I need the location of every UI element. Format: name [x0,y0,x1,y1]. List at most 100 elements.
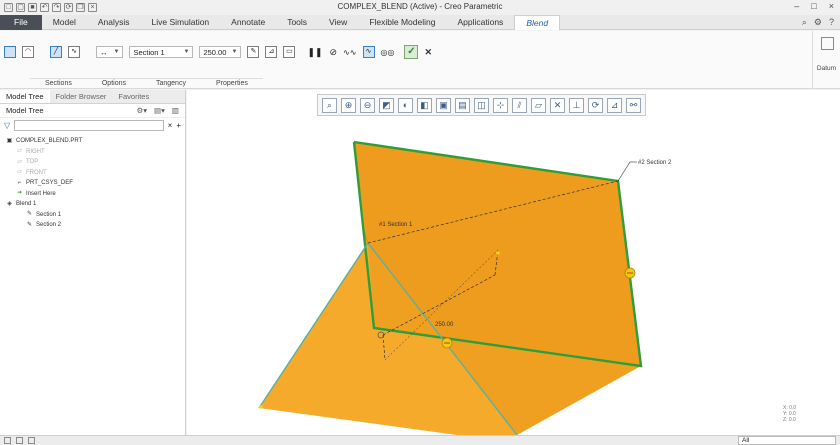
help-icon[interactable]: ? [829,17,834,27]
tree-item[interactable]: ⌐ PRT_CSYS_DEF [0,178,185,189]
depth-label: 250.00 [435,322,454,328]
tree-item-label: Section 2 [36,222,62,229]
title-bar: □ ▢ ■ ↶ ↷ ⟳ ❐ × COMPLEX_BLEND (Active) -… [0,0,840,15]
datum-plane-icon: ▱ [17,169,22,176]
tree-item-label: FRONT [26,169,47,176]
tab-annotate[interactable]: Annotate [220,15,276,30]
tab-blend[interactable]: Blend [514,15,561,30]
tree-settings-icon[interactable]: ⚙▾ [137,106,148,115]
ribbon: ◠ ╱ ∿ ↔ ▼ Section 1 ▼ 250.00 ▼ ✎ ⊿ ▭ ❚❚ ⊘ ∿… [0,31,840,89]
tree-item[interactable]: ◈ Blend 1 [0,199,185,210]
tree-item-label: COMPLEX_BLEND.PRT [16,138,83,145]
tree-item[interactable]: ▣ COMPLEX_BLEND.PRT [0,136,185,147]
save-icon[interactable]: ■ [28,3,37,12]
end-point-marker [496,251,500,255]
tab-file[interactable]: File [0,15,42,30]
group-tangency[interactable]: Tangency [141,79,201,89]
regenerate-icon[interactable]: ⟳ [64,3,73,12]
cancel-button[interactable]: ✕ [424,47,432,58]
clear-search-icon[interactable]: × [168,121,173,130]
datum-icon [821,37,834,50]
csys-icon: ⌐ [17,179,22,186]
group-options[interactable]: Options [87,79,141,89]
pause-icon[interactable]: ❚❚ [307,47,322,58]
tab-applications[interactable]: Applications [446,15,514,30]
section-dropdown[interactable]: Section 1 ▼ [129,46,194,58]
confirm-button[interactable]: ✓ [404,45,419,59]
tab-favorites[interactable]: Favorites [112,90,155,103]
preview-icon[interactable]: ∿∿ [343,48,356,57]
toggle-browser-icon[interactable] [16,437,23,444]
group-properties[interactable]: Properties [201,79,263,89]
section-dropdown-value: Section 1 [133,47,165,57]
tree-item[interactable]: ➔ Insert Here [0,189,185,200]
search-icon[interactable]: ⌕ [802,17,807,28]
surface-icon[interactable]: ◠ [22,46,34,58]
maximize-icon[interactable]: □ [811,1,816,11]
model-tree: ▣ COMPLEX_BLEND.PRT ▱ RIGHT ▱ TOP ▱ FRONT ⌐ PRT_C… [0,132,185,231]
blend-model[interactable]: #1 Section 1 #2 Section 2 250.00 [187,90,840,435]
datum-group[interactable]: Datum [812,31,840,89]
redo-icon[interactable]: ↷ [52,3,61,12]
tab-model[interactable]: Model [42,15,87,30]
tab-tools[interactable]: Tools [276,15,318,30]
tree-item[interactable]: ▱ TOP [0,157,185,168]
tree-item[interactable]: ▱ RIGHT [0,147,185,158]
verify-preview-icon[interactable]: ∿ [362,46,375,58]
no-preview-icon[interactable]: ⊘ [330,47,338,58]
ribbon-tabs: File Model Analysis Live Simulation Anno… [0,15,840,30]
window-title: COMPLEX_BLEND (Active) - Creo Parametric [337,2,503,11]
blend-feature-icon: ◈ [7,200,12,207]
thicken-icon[interactable]: ▭ [283,46,296,58]
depth-input[interactable]: 250.00 ▼ [199,46,242,58]
minimize-icon[interactable]: – [794,1,799,11]
tree-item[interactable]: ✎ Section 2 [0,220,185,231]
section2-leader [617,161,631,182]
part-icon: ▣ [6,137,13,144]
tab-flexible-modeling[interactable]: Flexible Modeling [358,15,446,30]
tree-item-label: RIGHT [26,148,45,155]
section2-label: #2 Section 2 [638,160,672,166]
coord-z: Z: 0.0 [783,417,796,423]
solid-icon[interactable] [4,46,16,58]
tab-live-simulation[interactable]: Live Simulation [141,15,221,30]
tree-search-input[interactable] [14,119,164,131]
group-sections[interactable]: Sections [30,79,87,89]
new-icon[interactable]: □ [4,3,13,12]
glasses-icon[interactable]: ◎◎ [381,48,395,57]
section1-label: #1 Section 1 [379,222,413,228]
tree-item-label: Blend 1 [16,201,37,208]
tree-columns-icon[interactable]: ▤▾ [154,106,165,115]
selection-filter[interactable]: All [738,436,836,445]
tree-item-label: Section 1 [36,211,62,218]
quick-access-toolbar: □ ▢ ■ ↶ ↷ ⟳ ❐ × [0,3,97,12]
model-tree-header: Model Tree [6,106,44,115]
windows-icon[interactable]: ❐ [76,3,85,12]
sketch-icon: ✎ [26,221,33,228]
close-window-icon[interactable]: × [88,3,97,12]
add-column-icon[interactable]: + [176,121,181,130]
tree-item-label: Insert Here [26,190,56,197]
blend-type-dropdown[interactable]: ↔ ▼ [96,46,124,58]
settings-icon[interactable]: ⚙ [814,17,822,28]
selected-sections-icon[interactable]: ∿ [68,46,80,58]
open-icon[interactable]: ▢ [16,3,25,12]
toggle-navigator-icon[interactable] [4,437,11,444]
filter-icon[interactable]: ▽ [4,121,10,130]
sketched-sections-icon[interactable]: ╱ [50,46,62,58]
sketch-icon: ✎ [26,211,33,218]
tree-item[interactable]: ▱ FRONT [0,168,185,179]
graphics-viewport[interactable]: ⌕ ⊕ ⊖ ◩ ◐ ◧ ▣ ▤ ◫ ⊹ ⫽ ▱ ✕ ⊥ ⟳ ⊿ ⚯ #1 Section 1 #2 Sectio… [187,90,840,435]
flip-direction-icon[interactable]: ✎ [247,46,260,58]
tree-item[interactable]: ✎ Section 1 [0,210,185,221]
tab-model-tree[interactable]: Model Tree [0,90,50,103]
undo-icon[interactable]: ↶ [40,3,49,12]
tab-view[interactable]: View [318,15,358,30]
coordinate-readout: X: 0.0 Y: 0.0 Z: 0.0 [783,405,796,423]
tab-folder-browser[interactable]: Folder Browser [50,90,113,103]
close-icon[interactable]: × [829,1,834,11]
tree-filter-icon[interactable]: ▥ [172,106,179,115]
remove-material-icon[interactable]: ⊿ [265,46,278,58]
tab-analysis[interactable]: Analysis [87,15,141,30]
full-screen-icon[interactable] [28,437,35,444]
